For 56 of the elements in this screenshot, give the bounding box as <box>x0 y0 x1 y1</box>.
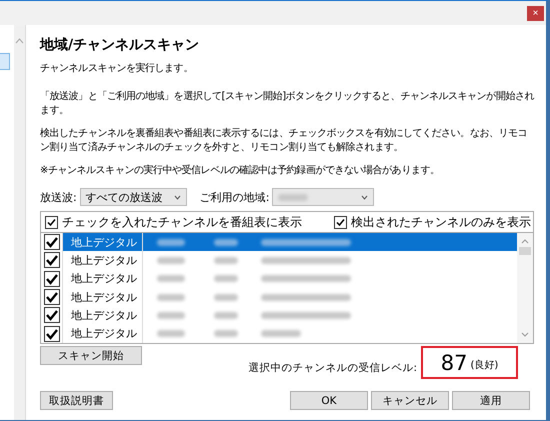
description-text: 「放送波」と「ご利用の地域」を選択して[スキャン開始]ボタンをクリックすると、チャンネルスキャンが開始されます。 <box>40 90 534 118</box>
blurred-text <box>156 275 184 282</box>
broadcast-type: 地上デジタル <box>71 326 137 342</box>
blurred-text <box>214 238 238 246</box>
caret-icon <box>174 194 181 200</box>
dialog-button[interactable]: キャンセル <box>371 391 449 410</box>
broadcast-type: 地上デジタル <box>71 234 137 250</box>
checkbox[interactable] <box>44 289 60 306</box>
checkbox[interactable] <box>334 216 347 229</box>
broadcast-type: 地上デジタル <box>71 271 137 286</box>
checkbox[interactable] <box>44 252 60 268</box>
blurred-text <box>156 294 184 301</box>
blurred-text <box>156 238 184 246</box>
blurred-text <box>261 330 301 338</box>
checkbox[interactable] <box>45 216 58 229</box>
checkbox[interactable] <box>44 326 60 342</box>
checkbox-label: 検出されたチャンネルのみを表示 <box>351 214 531 231</box>
channel-row[interactable]: 地上デジタル <box>41 251 517 270</box>
channel-row[interactable]: 地上デジタル <box>41 270 517 288</box>
blurred-text <box>214 256 238 264</box>
channel-row[interactable]: 地上デジタル <box>41 324 517 343</box>
channel-row[interactable]: 地上デジタル <box>41 306 517 324</box>
blurred-text <box>214 294 238 301</box>
scroll-thumb[interactable] <box>519 247 531 255</box>
manual-button[interactable]: 取扱説明書 <box>40 391 113 410</box>
intro-text: チャンネルスキャンを実行します。 <box>40 62 194 76</box>
close-button[interactable]: × <box>527 6 544 20</box>
blurred-text <box>214 330 238 338</box>
dialog-button[interactable]: OK <box>290 391 368 410</box>
filter-label: 放送波: <box>40 190 77 204</box>
description-text: 検出したチャンネルを裏番組表や番組表に表示するには、チェックボックスを有効にしてください。なお、リモコン割り当て済みチャンネルのチェックを外すと、リモコン割り当ても解除されます。 <box>40 127 528 155</box>
blurred-text <box>278 194 308 200</box>
filter-label: ご利用の地域: <box>200 190 270 204</box>
checkbox-label: チェックを入れたチャンネルを番組表に表示 <box>62 214 302 231</box>
broadcast-type: 地上デジタル <box>71 290 137 305</box>
checkbox[interactable] <box>44 234 60 250</box>
description-text: ※チャンネルスキャンの実行中や受信レベルの確認中は予約録画ができない場合があります。 <box>40 164 440 178</box>
checkbox[interactable] <box>44 270 60 287</box>
dialog-button[interactable]: 適用 <box>452 391 530 410</box>
scan-button[interactable]: スキャン開始 <box>40 346 142 365</box>
channel-row[interactable]: 地上デジタル <box>41 288 517 306</box>
dropdown[interactable]: すべての放送波 <box>80 188 187 206</box>
level-value: 87 <box>440 350 468 374</box>
blurred-text <box>156 330 184 338</box>
blurred-text <box>156 312 184 319</box>
blurred-text <box>214 312 238 319</box>
page-heading: 地域/チャンネルスキャン <box>40 36 200 54</box>
blurred-text <box>156 256 184 264</box>
level-status: (良好) <box>470 358 498 372</box>
blurred-text <box>214 275 238 282</box>
level-label: 選択中のチャンネルの受信レベル: <box>248 360 417 374</box>
broadcast-type: 地上デジタル <box>71 252 137 268</box>
caret-icon <box>361 194 368 200</box>
broadcast-type: 地上デジタル <box>71 308 137 323</box>
channel-row[interactable]: 地上デジタル <box>41 233 517 252</box>
checkbox[interactable] <box>44 307 60 324</box>
